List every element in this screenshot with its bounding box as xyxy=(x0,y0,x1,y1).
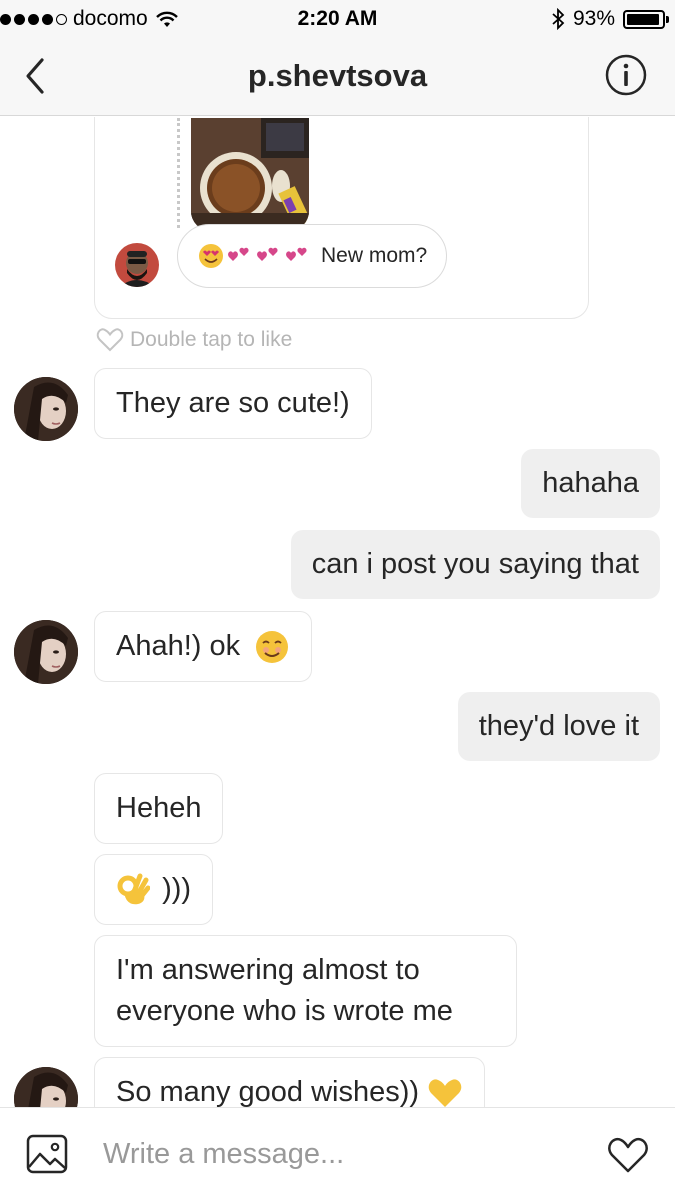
battery-icon xyxy=(623,9,669,29)
message-text: They are so cute!) xyxy=(116,387,350,419)
story-thread-line xyxy=(177,118,180,228)
message-text: I'm answering almost to everyone who is … xyxy=(116,954,453,1027)
battery-percent: 93% xyxy=(572,7,615,30)
status-right: 93% xyxy=(552,7,669,31)
story-reply-bubble[interactable]: New mom? xyxy=(177,224,447,288)
two-hearts-icon xyxy=(286,247,307,261)
message-bubble-outgoing[interactable]: hahaha xyxy=(521,449,660,518)
double-tap-to-like[interactable]: Double tap to like xyxy=(96,327,292,352)
message-text: Ahah!) ok xyxy=(116,630,241,662)
conversation-header: p.shevtsova xyxy=(0,38,675,116)
two-hearts-icon xyxy=(228,247,249,261)
bluetooth-icon xyxy=(552,8,565,30)
message-text: can i post you saying that xyxy=(311,548,639,580)
two-hearts-icon xyxy=(257,247,278,261)
ok-hand-emoji-icon xyxy=(117,873,150,905)
sender-avatar[interactable] xyxy=(14,377,78,441)
conversation-title[interactable]: p.shevtsova xyxy=(0,58,675,94)
message-bubble-incoming[interactable]: So many good wishes)) xyxy=(94,1057,486,1107)
info-icon[interactable] xyxy=(605,54,647,96)
sender-avatar-small[interactable] xyxy=(115,243,159,287)
message-text: Heheh xyxy=(116,792,202,824)
sender-avatar[interactable] xyxy=(14,1067,78,1107)
message-text: So many good wishes)) xyxy=(116,1076,420,1107)
message-composer xyxy=(0,1107,675,1200)
sender-avatar[interactable] xyxy=(14,620,78,684)
message-bubble-incoming[interactable]: I'm answering almost to everyone who is … xyxy=(94,935,517,1047)
message-bubble-incoming[interactable]: ))) xyxy=(94,854,214,925)
message-bubble-outgoing[interactable]: can i post you saying that xyxy=(290,530,660,599)
story-thumbnail[interactable] xyxy=(191,118,309,231)
message-text: hahaha xyxy=(542,467,639,499)
smiling-face-emoji-icon xyxy=(256,631,289,664)
message-text: they'd love it xyxy=(478,710,639,742)
shared-story-card[interactable]: New mom? xyxy=(94,117,589,319)
double-tap-label: Double tap to like xyxy=(130,327,293,351)
message-text: ))) xyxy=(162,873,192,905)
message-bubble-outgoing[interactable]: they'd love it xyxy=(457,692,660,761)
message-bubble-incoming[interactable]: Heheh xyxy=(94,773,224,844)
message-thread[interactable]: New mom? Double tap to like They are so … xyxy=(0,117,675,1107)
status-bar: docomo 2:20 AM 93% xyxy=(0,0,675,38)
message-bubble-incoming[interactable]: They are so cute!) xyxy=(94,368,372,439)
heart-outline-icon xyxy=(96,328,124,352)
smiling-heart-eyes-emoji-icon xyxy=(199,244,223,268)
message-bubble-incoming[interactable]: Ahah!) ok xyxy=(94,611,313,682)
yellow-heart-emoji-icon xyxy=(428,1079,462,1107)
gallery-icon[interactable] xyxy=(26,1134,68,1174)
story-reply-text: New mom? xyxy=(321,244,428,267)
story-reply-emojis xyxy=(198,243,311,269)
heart-icon[interactable] xyxy=(607,1136,649,1174)
message-input[interactable] xyxy=(103,1134,573,1174)
